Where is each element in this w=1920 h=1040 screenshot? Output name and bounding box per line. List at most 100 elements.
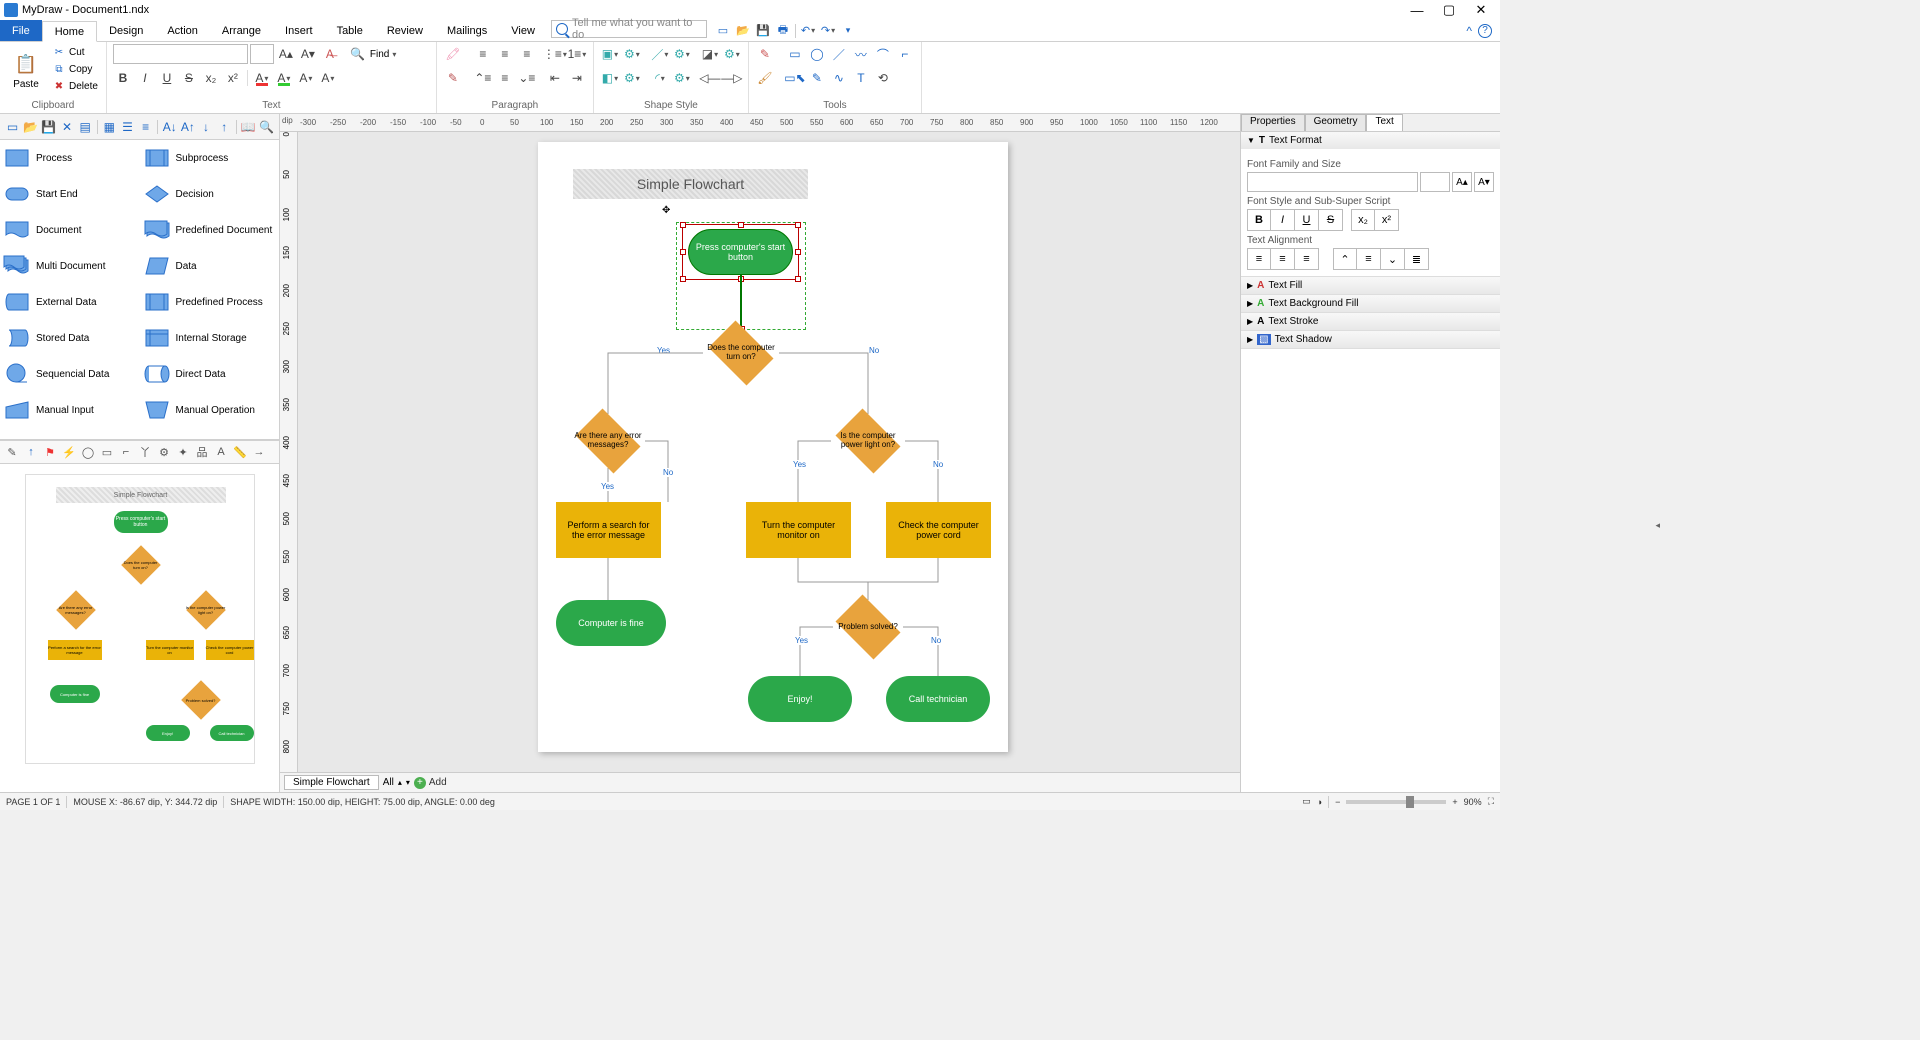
theme-button[interactable]: ◧▾ [600,68,620,88]
pv-edit-icon[interactable]: ✎ [4,444,20,460]
panel-collapse-icon[interactable]: ◂ [1655,520,1660,531]
lib-export-icon[interactable]: ▤ [77,118,94,136]
arrow-start-button[interactable]: ◁― [700,68,720,88]
acc-text-format[interactable]: ▼TText Format [1241,132,1500,149]
close-button[interactable]: ✕ [1474,3,1488,17]
outdent-button[interactable]: ⇤ [545,68,565,88]
page-tab-dropdown-icon[interactable]: ▴ [398,778,402,787]
shape-palette-item[interactable]: Process [0,140,140,176]
lib-new-icon[interactable]: ▭ [4,118,21,136]
eyedropper-icon[interactable]: ✎ [755,44,775,64]
lib-view1-icon[interactable]: ▦ [101,118,118,136]
minimize-button[interactable]: ― [1410,3,1424,17]
lib-search-icon[interactable]: 🔍 [258,118,275,136]
gear5-icon[interactable]: ⚙▾ [672,68,692,88]
qat-open-icon[interactable]: 📂 [735,23,751,39]
shape-action-1[interactable]: Perform a search for the error message [556,502,661,558]
page-tab-dropdown-icon2[interactable]: ▾ [406,778,410,787]
corner-button[interactable]: ◜▾ [650,68,670,88]
acc-text-bg-fill[interactable]: ▶AText Background Fill [1241,295,1500,312]
lib-close-icon[interactable]: ✕ [58,118,75,136]
lib-sort1-icon[interactable]: A↓ [161,118,178,136]
grow-font-button[interactable]: A▴ [276,44,296,64]
rtab-text[interactable]: Text [1366,114,1402,131]
tool-curve-icon[interactable]: 〰 [851,44,871,64]
shape-action-2[interactable]: Turn the computer monitor on [746,502,851,558]
font-size-input[interactable] [1420,172,1450,192]
superscript2-button[interactable]: x² [1375,209,1399,231]
lib-sort4-icon[interactable]: ↑ [216,118,233,136]
qat-new-icon[interactable]: ▭ [715,23,731,39]
text-fill-button[interactable]: A▾ [252,68,272,88]
shape-palette-item[interactable]: Direct Data [140,356,280,392]
valign-bottom-button[interactable]: ⌄≡ [517,68,537,88]
qat-print-icon[interactable]: 🖶 [775,23,791,39]
bullets-button[interactable]: ⋮≡▾ [545,44,565,64]
shape-decision-4[interactable]: Problem solved? [830,600,906,654]
font-family-input[interactable] [1247,172,1418,192]
format-painter-icon[interactable]: 🖌 [755,68,775,88]
highlight-icon[interactable]: 🖍 [443,44,463,64]
shape-palette-item[interactable]: Stored Data [0,320,140,356]
handle-sw[interactable] [680,276,686,282]
pv-up-icon[interactable]: ↑ [23,444,39,460]
copy-button[interactable]: ⧉Copy [50,61,100,77]
tab-review[interactable]: Review [375,20,435,41]
lib-sort3-icon[interactable]: ↓ [197,118,214,136]
tool-pointer-icon[interactable]: ▭⬉ [785,68,805,88]
handle-ne[interactable] [795,222,801,228]
pv-more-icon[interactable]: → [251,444,267,460]
bold-button[interactable]: B [113,68,133,88]
handle-nw[interactable] [680,222,686,228]
shape-decision-1[interactable]: Does the computer turn on? [703,326,779,380]
clear-format-button[interactable]: A̶ [320,44,340,64]
tab-mailings[interactable]: Mailings [435,20,499,41]
shape-palette-item[interactable]: Internal Storage [140,320,280,356]
pv-ruler-icon[interactable]: 📏 [232,444,248,460]
shape-palette-item[interactable]: External Data [0,284,140,320]
pv-conn-icon[interactable]: ⌐ [118,444,134,460]
page-tab-add[interactable]: +Add [414,777,447,789]
connector-start-d1[interactable] [740,275,742,331]
tool-line-icon[interactable]: ／ [829,44,849,64]
find-button[interactable]: 🔍 [348,44,368,64]
zoom-in-button[interactable]: + [1452,797,1457,807]
delete-button[interactable]: ✖Delete [50,78,100,94]
tab-table[interactable]: Table [325,20,375,41]
zoom-out-button[interactable]: − [1335,797,1340,807]
strike-button[interactable]: S [179,68,199,88]
handle-n[interactable] [738,222,744,228]
shape-decision-2[interactable]: Are there any error messages? [570,414,646,468]
text-bg-button[interactable]: A▾ [274,68,294,88]
tool-rect-icon[interactable]: ▭ [785,44,805,64]
shape-terminator-3[interactable]: Call technician [886,676,990,722]
shape-palette-item[interactable]: Manual Input [0,392,140,428]
search-box[interactable]: Tell me what you want to do [551,20,707,38]
pv-tree-icon[interactable]: 品 [194,444,210,460]
pv-lasso-icon[interactable]: ◯ [80,444,96,460]
text-stroke-button[interactable]: A▾ [296,68,316,88]
lib-view2-icon[interactable]: ☰ [119,118,136,136]
lib-sort2-icon[interactable]: A↑ [179,118,196,136]
valign-bot2-button[interactable]: ⌄ [1381,248,1405,270]
zoom-handle[interactable] [1406,796,1414,808]
valign-mid-button[interactable]: ≡ [495,68,515,88]
pv-rect-icon[interactable]: ▭ [99,444,115,460]
shape-palette-item[interactable]: Predefined Document [140,212,280,248]
pv-text-icon[interactable]: A [213,444,229,460]
tab-arrange[interactable]: Arrange [210,20,273,41]
valign-mid2-button[interactable]: ≡ [1357,248,1381,270]
tool-arc-icon[interactable]: ⌒ [873,44,893,64]
pv-star-icon[interactable]: ✦ [175,444,191,460]
tab-action[interactable]: Action [155,20,210,41]
tool-connector-icon[interactable]: ⌐ [895,44,915,64]
underline2-button[interactable]: U [1295,209,1319,231]
shape-fill-button[interactable]: ▣▾ [600,44,620,64]
subscript2-button[interactable]: x₂ [1351,209,1375,231]
shape-decision-3[interactable]: Is the computer power light on? [830,414,906,468]
shape-palette-item[interactable]: Decision [140,176,280,212]
superscript-button[interactable]: x² [223,68,243,88]
valign-top2-button[interactable]: ⌃ [1333,248,1357,270]
paste-button[interactable]: 📋 Paste [6,44,46,98]
align-right-button[interactable]: ≡ [517,44,537,64]
